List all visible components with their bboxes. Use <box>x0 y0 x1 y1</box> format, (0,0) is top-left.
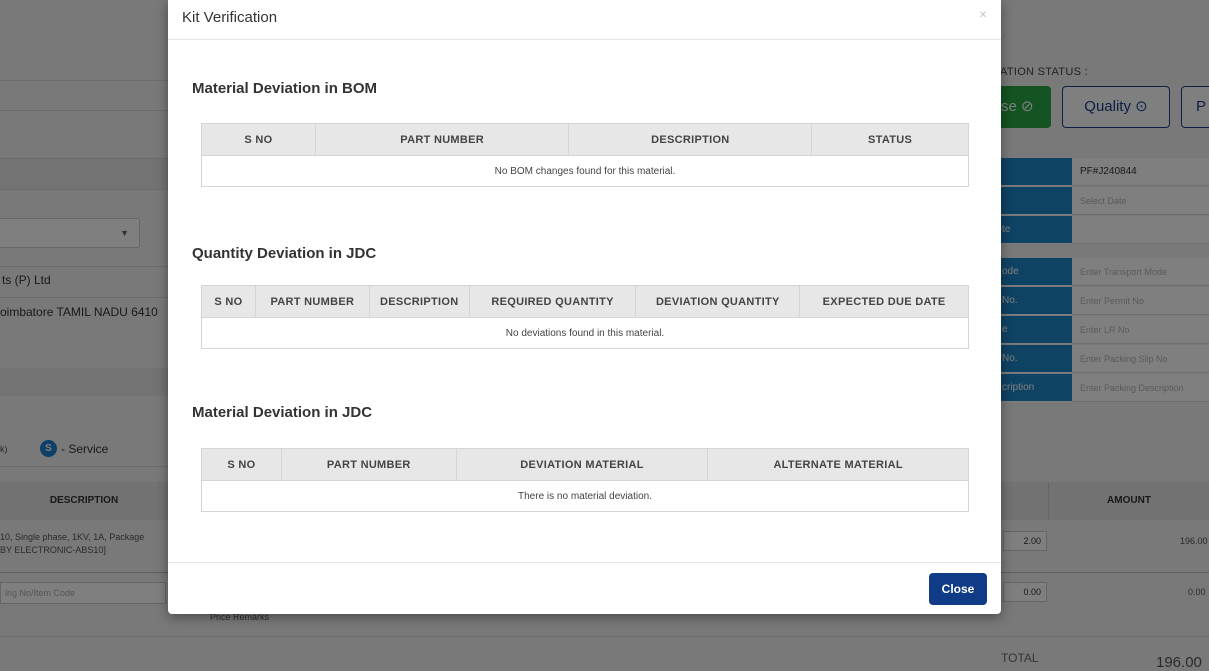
column-header: PART NUMBER <box>254 285 370 318</box>
column-header: S NO <box>201 448 282 481</box>
table-header-row: S NO PART NUMBER DESCRIPTION REQUIRED QU… <box>201 285 969 318</box>
empty-message: There is no material deviation. <box>201 480 969 512</box>
column-header: DESCRIPTION <box>568 123 813 156</box>
column-header: PART NUMBER <box>314 123 570 156</box>
column-header: S NO <box>201 285 256 318</box>
column-header: ALTERNATE MATERIAL <box>707 448 969 481</box>
column-header: REQUIRED QUANTITY <box>468 285 637 318</box>
section-title-quantity: Quantity Deviation in JDC <box>192 245 377 262</box>
column-header: S NO <box>201 123 316 156</box>
column-header: EXPECTED DUE DATE <box>799 285 969 318</box>
bom-deviation-table: S NO PART NUMBER DESCRIPTION STATUS No B… <box>201 123 969 187</box>
material-deviation-table: S NO PART NUMBER DEVIATION MATERIAL ALTE… <box>201 448 969 512</box>
close-icon[interactable]: × <box>979 6 987 22</box>
column-header: PART NUMBER <box>280 448 457 481</box>
section-title-material: Material Deviation in JDC <box>192 404 373 421</box>
column-header: STATUS <box>811 123 969 156</box>
column-header: DESCRIPTION <box>368 285 470 318</box>
modal-title: Kit Verification <box>182 9 278 26</box>
table-row: No BOM changes found for this material. <box>201 155 969 187</box>
table-row: No deviations found in this material. <box>201 317 969 349</box>
modal-header: Kit Verification × <box>168 0 1001 40</box>
kit-verification-modal: Kit Verification × Material Deviation in… <box>168 0 1001 614</box>
table-row: There is no material deviation. <box>201 480 969 512</box>
modal-footer: Close <box>168 562 1001 614</box>
empty-message: No deviations found in this material. <box>201 317 969 349</box>
table-header-row: S NO PART NUMBER DEVIATION MATERIAL ALTE… <box>201 448 969 481</box>
close-button[interactable]: Close <box>929 573 987 605</box>
table-header-row: S NO PART NUMBER DESCRIPTION STATUS <box>201 123 969 156</box>
quantity-deviation-table: S NO PART NUMBER DESCRIPTION REQUIRED QU… <box>201 285 969 349</box>
empty-message: No BOM changes found for this material. <box>201 155 969 187</box>
section-title-bom: Material Deviation in BOM <box>192 80 378 97</box>
column-header: DEVIATION MATERIAL <box>455 448 709 481</box>
column-header: DEVIATION QUANTITY <box>635 285 801 318</box>
